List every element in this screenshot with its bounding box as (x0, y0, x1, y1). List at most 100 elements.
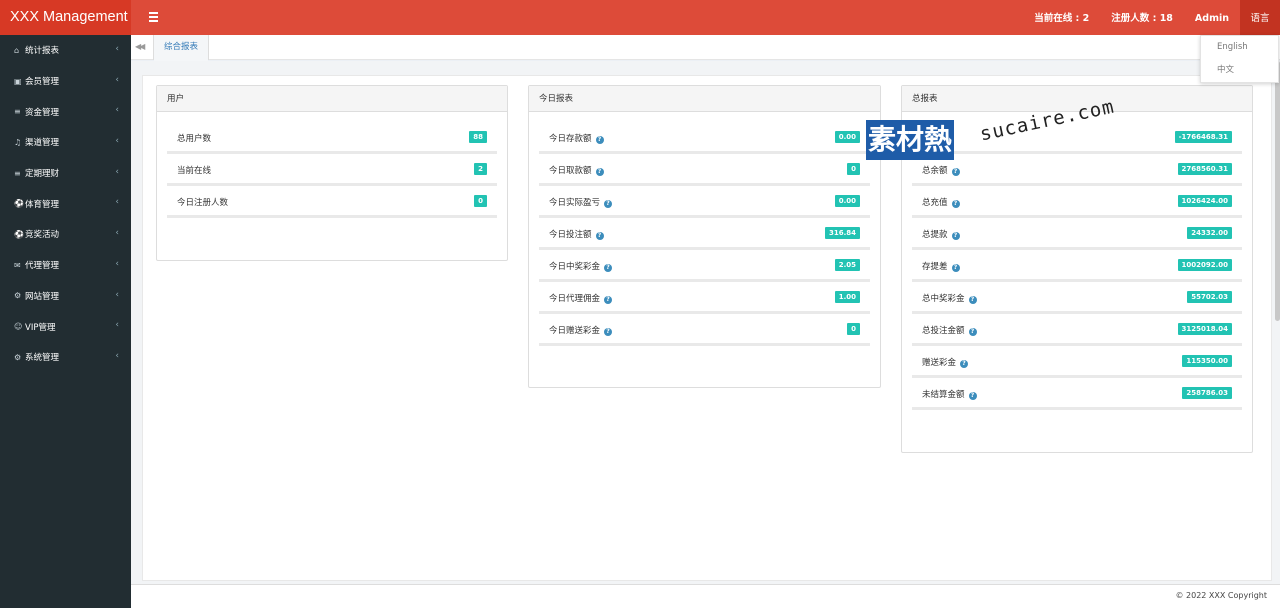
chevron-left-icon: ‹ (115, 105, 119, 116)
sidebar-item-agents[interactable]: ✉ 代理管理 ‹ (0, 250, 131, 281)
sidebar: ⌂ 统计报表 ‹ ▣ 会员管理 ‹ ≡ 资金管理 ‹ ♫ 渠道管理 ‹ ≡ 定期理财 ‹ ⚽ 体育管理… (0, 35, 131, 608)
help-icon[interactable]: ? (595, 168, 604, 176)
sidebar-item-label: 竞奖活动 (25, 230, 60, 241)
stat-value-badge: 3125018.04 (1177, 323, 1232, 335)
chevron-left-icon: ‹ (115, 197, 119, 208)
chevron-left-icon: ‹ (115, 136, 119, 147)
help-icon[interactable]: ? (604, 264, 613, 272)
watermark-cn: 素材熱 (866, 120, 955, 160)
sidebar-item-members[interactable]: ▣ 会员管理 ‹ (0, 66, 131, 97)
help-icon[interactable]: ? (604, 296, 613, 304)
users-panel: 用户 总用户数 88 当前在线 2 今日注册人数 0 (156, 85, 508, 261)
page-scrollbar[interactable] (1275, 61, 1280, 321)
stat-value-badge: 1002092.00 (1177, 259, 1232, 271)
stat-label: 今日中奖彩金 (549, 262, 601, 272)
help-icon[interactable]: ? (951, 200, 960, 208)
stat-label: 总充值 (922, 198, 948, 208)
help-icon[interactable]: ? (595, 232, 604, 240)
sidebar-item-system[interactable]: ⚙ 系统管理 ‹ (0, 342, 131, 373)
stat-row: 今日实际盈亏? 0.00 (539, 186, 870, 218)
tab-strip: ◀◀ 综合报表 (131, 35, 1280, 61)
stat-value-badge: 0 (474, 195, 487, 207)
stat-label: 今日实际盈亏 (549, 198, 601, 208)
help-icon[interactable]: ? (595, 136, 604, 144)
sidebar-item-activities[interactable]: ⚽ 竞奖活动 ‹ (0, 219, 131, 250)
help-icon[interactable]: ? (951, 232, 960, 240)
stat-row: 未结算金额? 258786.03 (912, 378, 1242, 410)
stat-value-badge: 258786.03 (1182, 387, 1232, 399)
help-icon[interactable]: ? (968, 392, 977, 400)
footer: © 2022 XXX Copyright (131, 584, 1280, 608)
stat-label: 未结算金额 (922, 390, 965, 400)
navbar-right: 当前在线 : 2 注册人数 : 18 Admin 语言 (1023, 0, 1280, 35)
watermark: 素材熱 sucaire.com (866, 96, 1116, 170)
stat-row: 总中奖彩金? 55702.03 (912, 282, 1242, 314)
stat-value-badge: 0 (847, 163, 860, 175)
gear-icon: ⚙ (14, 352, 22, 362)
sidebar-toggle-icon[interactable] (146, 10, 162, 26)
stat-label: 当前在线 (177, 166, 212, 176)
help-icon[interactable]: ? (604, 328, 613, 336)
stat-row: 当前在线 2 (167, 154, 497, 186)
stat-value-badge: 0.00 (834, 195, 860, 207)
today-report-panel: 今日报表 今日存款额? 0.00 今日取款额? 0 今日实际盈亏? 0.00 今日投注… (528, 85, 881, 388)
sidebar-item-channels[interactable]: ♫ 渠道管理 ‹ (0, 127, 131, 158)
sidebar-item-label: 统计报表 (25, 46, 60, 57)
sidebar-item-label: VIP管理 (25, 322, 56, 333)
panel-title: 用户 (157, 86, 507, 112)
soccer-ball-icon: ⚽ (14, 229, 24, 239)
stat-value-badge: 55702.03 (1187, 291, 1232, 303)
stat-value-badge: 2.05 (834, 259, 860, 271)
stat-value-badge: 2 (474, 163, 487, 175)
stat-label: 存提差 (922, 262, 948, 272)
stat-value-badge: 88 (469, 131, 487, 143)
tab-scroll-left-icon[interactable]: ◀◀ (135, 42, 145, 51)
top-navbar: XXX Management 当前在线 : 2 注册人数 : 18 Admin … (0, 0, 1280, 35)
help-icon[interactable]: ? (968, 296, 977, 304)
stat-value-badge: 1026424.00 (1177, 195, 1232, 207)
stat-label: 今日代理佣金 (549, 294, 601, 304)
stat-row: 今日赠送彩金? 0 (539, 314, 870, 346)
stat-row: 今日注册人数 0 (167, 186, 497, 218)
language-dropdown: English 中文 (1200, 35, 1279, 83)
sidebar-item-wealth[interactable]: ≡ 定期理财 ‹ (0, 158, 131, 189)
stat-label: 总投注金额 (922, 326, 965, 336)
stat-row: 存提差? 1002092.00 (912, 250, 1242, 282)
sidebar-item-label: 会员管理 (25, 77, 60, 88)
stat-row: 今日中奖彩金? 2.05 (539, 250, 870, 282)
stat-row: 今日取款额? 0 (539, 154, 870, 186)
chevron-left-icon: ‹ (115, 166, 119, 177)
sidebar-item-vip[interactable]: ☺ VIP管理 ‹ (0, 311, 131, 342)
help-icon[interactable]: ? (960, 360, 969, 368)
user-menu[interactable]: Admin (1184, 0, 1240, 35)
app-logo[interactable]: XXX Management (0, 0, 131, 35)
cogs-icon: ⚙ (14, 291, 22, 301)
sidebar-item-website[interactable]: ⚙ 网站管理 ‹ (0, 281, 131, 312)
stat-label: 今日注册人数 (177, 198, 229, 208)
help-icon[interactable]: ? (604, 200, 613, 208)
sidebar-item-sports[interactable]: ⚽ 体育管理 ‹ (0, 188, 131, 219)
chevron-left-icon: ‹ (115, 320, 119, 331)
chevron-left-icon: ‹ (115, 289, 119, 300)
sidebar-item-label: 代理管理 (25, 261, 60, 272)
chevron-left-icon: ‹ (115, 350, 119, 361)
sidebar-item-statistics[interactable]: ⌂ 统计报表 ‹ (0, 35, 131, 66)
help-icon[interactable]: ? (968, 328, 977, 336)
stat-label: 今日存款额 (549, 134, 592, 144)
database-icon: ≡ (14, 107, 21, 117)
stat-row: 今日代理佣金? 1.00 (539, 282, 870, 314)
sidebar-item-label: 系统管理 (25, 353, 60, 364)
language-option-english[interactable]: English (1201, 36, 1278, 59)
sidebar-item-funds[interactable]: ≡ 资金管理 ‹ (0, 96, 131, 127)
stat-label: 总用户数 (177, 134, 212, 144)
soccer-ball-icon: ⚽ (14, 199, 24, 209)
help-icon[interactable]: ? (951, 264, 960, 272)
stat-value-badge: 2768560.31 (1177, 163, 1232, 175)
stat-value-badge: 0.00 (834, 131, 860, 143)
stat-row: 今日投注额? 316.84 (539, 218, 870, 250)
language-option-chinese[interactable]: 中文 (1201, 59, 1278, 82)
tab-overview-report[interactable]: 综合报表 (153, 35, 210, 61)
sidebar-item-label: 网站管理 (25, 291, 60, 302)
language-menu-button[interactable]: 语言 (1240, 0, 1280, 35)
stat-row: 赠送彩金? 115350.00 (912, 346, 1242, 378)
